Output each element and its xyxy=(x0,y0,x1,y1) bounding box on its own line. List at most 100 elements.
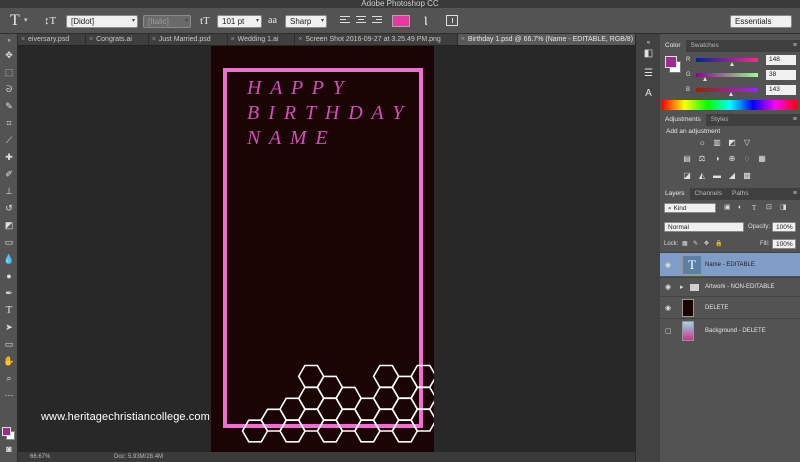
green-slider[interactable]: G 38 xyxy=(660,70,800,81)
close-icon[interactable]: × xyxy=(21,34,25,45)
color-lookup-icon[interactable]: ▦ xyxy=(755,153,769,164)
blue-track[interactable] xyxy=(696,88,758,92)
eye-icon[interactable]: ◉ xyxy=(665,283,671,291)
red-thumb[interactable] xyxy=(729,62,734,66)
lock-transparent-icon[interactable]: ▦ xyxy=(682,239,688,249)
tab-document[interactable]: × Just Married.psd xyxy=(148,34,228,45)
move-tool-icon[interactable]: ✥ xyxy=(3,50,15,60)
type-tool-preset-icon[interactable]: T xyxy=(10,8,20,34)
font-style-select[interactable]: [Italic] ▾ xyxy=(143,15,191,28)
properties-panel-icon[interactable]: ☰ xyxy=(642,68,655,80)
brush-tool-icon[interactable]: ✐ xyxy=(3,169,15,179)
color-balance-icon[interactable]: ⚖ xyxy=(695,153,709,164)
tab-color[interactable]: Color xyxy=(660,40,686,52)
selective-color-icon[interactable]: ◢ xyxy=(725,170,739,181)
vibrance-icon[interactable]: ▤ xyxy=(680,153,694,164)
green-thumb[interactable] xyxy=(703,77,708,81)
document-canvas[interactable]: H A P P Y B I R T H D A Y N A M E xyxy=(211,46,434,452)
collapse-icon[interactable]: » xyxy=(3,36,15,46)
type-filter-icon[interactable]: T xyxy=(752,203,756,213)
align-left-icon[interactable] xyxy=(340,16,350,26)
history-brush-tool-icon[interactable]: ↺ xyxy=(3,203,15,213)
smart-object-filter-icon[interactable]: ◨ xyxy=(780,203,787,213)
lock-position-icon[interactable]: ✥ xyxy=(704,239,709,249)
blur-tool-icon[interactable]: 💧 xyxy=(3,254,15,264)
close-icon[interactable]: × xyxy=(461,34,465,45)
font-family-select[interactable]: [Didot] ▾ xyxy=(66,15,138,28)
tab-channels[interactable]: Channels xyxy=(690,188,727,200)
text-color-swatch[interactable] xyxy=(392,15,410,27)
blend-mode-select[interactable]: Normal xyxy=(664,222,744,232)
font-size-select[interactable]: 101 pt ▾ xyxy=(217,15,262,28)
tab-adjustments[interactable]: Adjustments xyxy=(660,114,706,126)
align-right-icon[interactable] xyxy=(372,16,382,26)
close-icon[interactable]: × xyxy=(298,34,302,45)
color-spectrum-ramp[interactable] xyxy=(662,100,798,110)
healing-brush-tool-icon[interactable]: ✚ xyxy=(3,152,15,162)
layer-filter-select[interactable]: ⌕ Kind xyxy=(664,203,716,213)
tab-document[interactable]: × Screen Shot 2016-09-27 at 3.25.49 PM.pn… xyxy=(295,34,458,45)
tab-paths[interactable]: Paths xyxy=(727,188,754,200)
red-slider[interactable]: R 148 xyxy=(660,55,800,66)
text-orientation-icon[interactable]: ↕T xyxy=(44,8,56,34)
eyedropper-tool-icon[interactable]: ⟋ xyxy=(3,135,15,145)
layer-row[interactable]: ◉ DELETE xyxy=(660,296,800,318)
type-tool-icon[interactable]: T xyxy=(3,305,15,316)
brightness-contrast-icon[interactable]: ☼ xyxy=(695,137,709,148)
gradient-map-icon[interactable]: ▩ xyxy=(740,170,754,181)
posterize-icon[interactable]: ◭ xyxy=(695,170,709,181)
eye-icon[interactable]: ▢ xyxy=(665,327,672,335)
antialias-select[interactable]: Sharp ▾ xyxy=(285,15,327,28)
dodge-tool-icon[interactable]: ● xyxy=(3,271,15,281)
workspace-select[interactable]: Essentials xyxy=(730,15,792,28)
tab-document[interactable]: × eiversary.psd xyxy=(18,34,87,45)
zoom-level[interactable]: 66.67% xyxy=(30,452,50,462)
blue-slider[interactable]: B 143 xyxy=(660,85,800,96)
pixel-filter-icon[interactable]: ▣ xyxy=(724,203,731,213)
crop-tool-icon[interactable]: ⌗ xyxy=(3,118,15,128)
panel-menu-icon[interactable]: ≡ xyxy=(793,114,797,126)
rectangle-tool-icon[interactable]: ▭ xyxy=(3,339,15,349)
history-panel-icon[interactable]: ◧ xyxy=(642,48,655,60)
chevron-down-icon[interactable]: ▾ xyxy=(24,8,28,34)
close-icon[interactable]: × xyxy=(152,34,156,45)
lock-image-icon[interactable]: ✎ xyxy=(693,239,698,249)
warp-text-icon[interactable]: Ⲓ xyxy=(424,8,428,34)
eraser-tool-icon[interactable]: ◩ xyxy=(3,220,15,230)
tab-styles[interactable]: Styles xyxy=(706,114,734,126)
path-selection-tool-icon[interactable]: ➤ xyxy=(3,322,15,332)
character-panel-icon[interactable]: A xyxy=(642,88,655,100)
photo-filter-icon[interactable]: ⊕ xyxy=(725,153,739,164)
quick-mask-icon[interactable]: ◙ xyxy=(3,444,15,454)
tab-swatches[interactable]: Swatches xyxy=(686,40,724,52)
eye-icon[interactable]: ◉ xyxy=(665,261,671,269)
color-panel-foreground-swatch[interactable] xyxy=(665,56,677,68)
green-value[interactable]: 38 xyxy=(766,70,796,80)
more-tools-icon[interactable]: ⋯ xyxy=(3,390,15,400)
pen-tool-icon[interactable]: ✒ xyxy=(3,288,15,298)
tab-document[interactable]: × Wedding 1.ai xyxy=(227,34,296,45)
layer-row[interactable]: ◉ ▸ Artwork - NON-EDITABLE xyxy=(660,277,800,295)
tab-document[interactable]: × Birthday 1.psd @ 66.7% (Name - EDITABLE… xyxy=(457,34,635,45)
close-icon[interactable]: × xyxy=(231,34,235,45)
tab-layers[interactable]: Layers xyxy=(660,188,690,200)
tab-document[interactable]: × Congrats.ai xyxy=(86,34,149,45)
layer-row[interactable]: ◉ T Name - EDITABLE xyxy=(660,252,800,276)
foreground-color-swatch[interactable] xyxy=(2,427,11,436)
hand-tool-icon[interactable]: ✋ xyxy=(3,356,15,366)
layer-row[interactable]: ▢ Background - DELETE xyxy=(660,318,800,342)
black-white-icon[interactable]: ◑ xyxy=(710,153,724,164)
opacity-input[interactable]: 100% xyxy=(772,222,796,232)
gradient-tool-icon[interactable]: ▭ xyxy=(3,237,15,247)
red-track[interactable] xyxy=(696,58,758,62)
quick-select-tool-icon[interactable]: ✎ xyxy=(3,101,15,111)
exposure-icon[interactable]: ▽ xyxy=(740,137,754,148)
threshold-icon[interactable]: ▬ xyxy=(710,170,724,181)
align-center-icon[interactable] xyxy=(356,16,366,26)
shape-filter-icon[interactable]: ⊡ xyxy=(766,203,772,213)
red-value[interactable]: 148 xyxy=(766,55,796,65)
panel-menu-icon[interactable]: ≡ xyxy=(793,188,797,200)
curves-icon[interactable]: ◩ xyxy=(725,137,739,148)
fill-input[interactable]: 100% xyxy=(772,239,796,249)
lock-all-icon[interactable]: 🔒 xyxy=(715,239,722,249)
